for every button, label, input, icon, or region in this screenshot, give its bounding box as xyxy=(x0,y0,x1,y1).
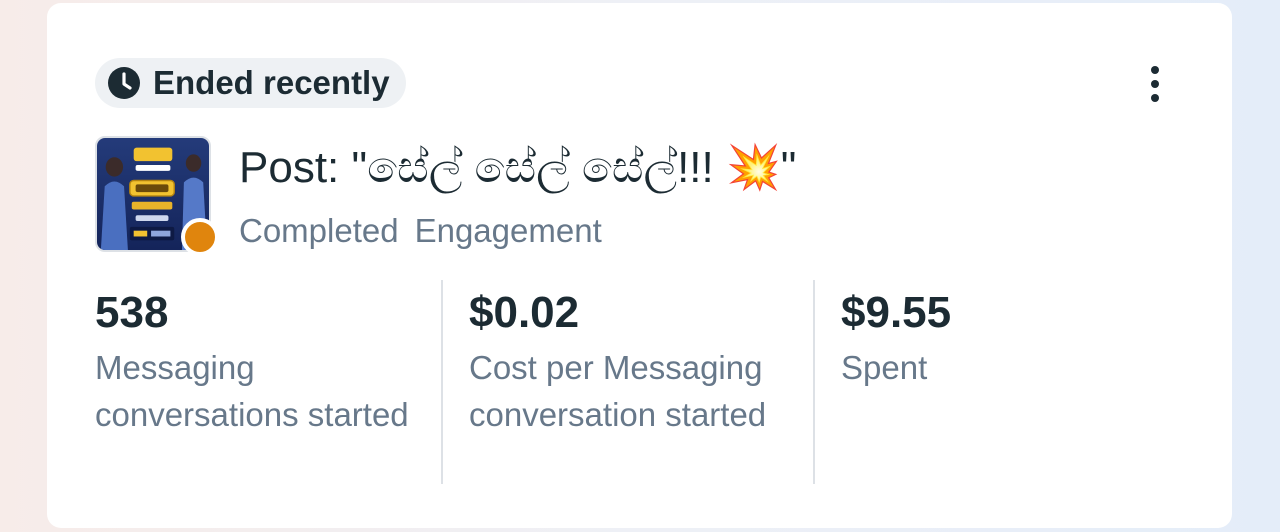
status-label: Ended recently xyxy=(153,64,390,101)
metric-amount-spent: $9.55 Spent xyxy=(813,280,1113,484)
delivery-status: Completed xyxy=(239,212,399,249)
metric-label: Cost per Messaging conversation started xyxy=(469,349,767,433)
metric-label: Messaging conversations started xyxy=(95,349,409,433)
more-vertical-icon xyxy=(1151,66,1159,74)
clock-icon xyxy=(108,67,140,99)
metrics-row: 538 Messaging conversations started $0.0… xyxy=(95,280,1195,484)
post-subtitle: Completed Engagement xyxy=(239,211,602,251)
post-thumbnail[interactable] xyxy=(95,136,219,256)
more-options-button[interactable] xyxy=(1135,59,1175,109)
campaign-objective: Engagement xyxy=(414,212,602,249)
ad-result-card[interactable]: Ended recently Post: "සේල් සේල් සේල්!!! … xyxy=(47,3,1232,528)
metric-value: $0.02 xyxy=(469,288,580,337)
metric-cost-per-conversation: $0.02 Cost per Messaging conversation st… xyxy=(441,280,813,484)
status-dot xyxy=(181,218,219,256)
metric-value: $9.55 xyxy=(841,288,952,337)
status-badge: Ended recently xyxy=(95,58,406,108)
metric-messaging-conversations: 538 Messaging conversations started xyxy=(95,280,441,484)
metric-label: Spent xyxy=(841,349,928,386)
post-title[interactable]: Post: "සේල් සේල් සේල්!!! 💥" xyxy=(239,142,796,194)
metric-value: 538 xyxy=(95,288,169,337)
